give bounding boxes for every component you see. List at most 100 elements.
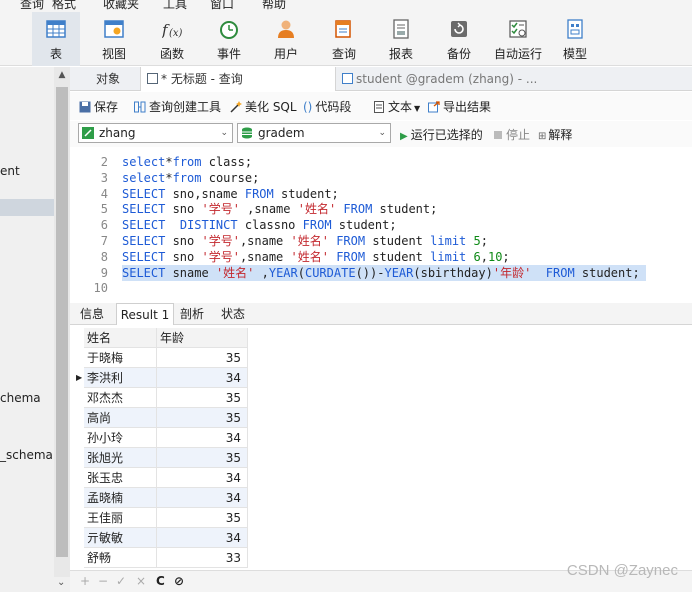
menu-query[interactable]: 查询 — [20, 0, 44, 12]
tab-status[interactable]: 状态 — [214, 303, 252, 325]
export-results-button[interactable]: 导出结果 — [428, 98, 491, 115]
run-selected-label: 运行已选择的 — [410, 128, 483, 142]
menu-tools[interactable]: 工具 — [163, 0, 187, 12]
code-line[interactable]: 3 select*from course; — [70, 170, 692, 186]
nav-item-information-schema-partial[interactable]: _schema — [0, 448, 53, 462]
code-text[interactable]: SELECT sno '学号' ,sname '姓名' FROM student… — [122, 201, 437, 217]
refresh-icon[interactable]: C — [156, 574, 165, 588]
table-cell-age[interactable]: 34 — [157, 368, 248, 388]
table-cell-age[interactable]: 35 — [157, 348, 248, 368]
delete-record-icon[interactable]: − — [98, 574, 108, 588]
toolbar-query-label: 查询 — [331, 47, 356, 61]
query-builder-button[interactable]: 查询创建工具 — [134, 98, 221, 115]
table-cell-age[interactable]: 35 — [157, 448, 248, 468]
table-cell-age[interactable]: 35 — [157, 508, 248, 528]
scroll-up-arrow-icon[interactable]: ▲ — [54, 67, 70, 83]
code-line[interactable]: 8 SELECT sno '学号',sname '姓名' FROM student… — [70, 249, 692, 265]
report-icon — [393, 19, 409, 39]
toolbar-user-button[interactable]: 用户 — [262, 12, 310, 66]
nav-item-schema-partial[interactable]: chema — [0, 391, 41, 405]
table-cell-name[interactable]: 高尚 — [84, 408, 157, 428]
table-cell-name[interactable]: 亓敏敏 — [84, 528, 157, 548]
column-header-name[interactable]: 姓名 — [84, 328, 157, 348]
menu-format[interactable]: 格式 — [52, 0, 76, 12]
line-number: 3 — [100, 170, 108, 185]
code-text[interactable]: select*from class; — [122, 154, 252, 170]
navigation-scrollbar[interactable]: ▲ — [54, 67, 70, 577]
run-selected-button[interactable]: ▶ 运行已选择的 — [400, 126, 483, 143]
table-cell-age[interactable]: 35 — [157, 388, 248, 408]
table-cell-name[interactable]: 张玉忠 — [84, 468, 157, 488]
tab-untitled-query[interactable]: * 无标题 - 查询 — [140, 67, 336, 91]
save-button[interactable]: 保存 — [79, 98, 118, 115]
toolbar-function-button[interactable]: f (x) 函数 — [148, 12, 196, 66]
nav-item-student-partial[interactable]: ent — [0, 164, 20, 178]
menu-help[interactable]: 帮助 — [262, 0, 286, 12]
code-text[interactable]: select*from course; — [122, 170, 259, 186]
menu-window[interactable]: 窗口 — [210, 0, 234, 12]
toolbar-auto-run-button[interactable]: 自动运行 — [493, 12, 543, 66]
code-line[interactable]: 9 SELECT sname '姓名' ,YEAR(CURDATE())-YEAR… — [70, 264, 692, 281]
table-cell-age[interactable]: 33 — [157, 548, 248, 568]
table-cell-age[interactable]: 34 — [157, 468, 248, 488]
code-text[interactable]: SELECT sno,sname FROM student; — [122, 186, 339, 202]
table-cell-name[interactable]: 张旭光 — [84, 448, 157, 468]
toolbar-event-button[interactable]: 事件 — [205, 12, 253, 66]
apply-changes-icon[interactable]: ✓ — [116, 574, 126, 588]
view-icon — [104, 20, 124, 38]
table-cell-age[interactable]: 34 — [157, 488, 248, 508]
tab-info[interactable]: 信息 — [74, 303, 110, 325]
table-cell-name[interactable]: 于晓梅 — [84, 348, 157, 368]
current-row-pointer-icon: ▶ — [76, 373, 83, 382]
menu-favorites[interactable]: 收藏夹 — [103, 0, 139, 12]
table-cell-age[interactable]: 34 — [157, 528, 248, 548]
code-text[interactable]: SELECT sno '学号',sname '姓名' FROM student … — [122, 233, 488, 249]
code-text[interactable]: SELECT sno '学号',sname '姓名' FROM student … — [122, 249, 510, 265]
connection-select[interactable]: zhang ⌄ — [78, 123, 233, 143]
code-line[interactable]: 10 — [70, 280, 692, 296]
table-cell-age[interactable]: 34 — [157, 428, 248, 448]
table-cell-age[interactable]: 35 — [157, 408, 248, 428]
toolbar-backup-button[interactable]: 备份 — [435, 12, 483, 66]
database-select[interactable]: gradem ⌄ — [237, 123, 391, 143]
sql-editor[interactable]: 2 select*from class; 3 select*from course; 4… — [70, 148, 692, 298]
toolbar-table-button[interactable]: 表 — [32, 12, 80, 66]
code-text[interactable]: SELECT DISTINCT classno FROM student; — [122, 217, 397, 233]
code-snippet-button[interactable]: () 代码段 — [303, 98, 351, 115]
table-cell-name[interactable]: 王佳丽 — [84, 508, 157, 528]
toolbar-query-button[interactable]: 查询 — [320, 12, 368, 66]
table-cell-name[interactable]: 孟晓楠 — [84, 488, 157, 508]
add-record-icon[interactable]: + — [80, 574, 90, 588]
result-grid[interactable]: 姓名 年龄 于晓梅 35 李洪利 34 ▶ 邓杰杰 35 高尚 35 孙小玲 34 张旭光 35 张玉忠 34 孟… — [70, 326, 692, 569]
database-value: gradem — [258, 126, 305, 140]
stop-loading-icon[interactable]: ⊘ — [174, 574, 184, 588]
table-cell-name[interactable]: 舒畅 — [84, 548, 157, 568]
stop-button[interactable]: 停止 — [494, 126, 530, 143]
code-line[interactable]: 5 SELECT sno '学号' ,sname '姓名' FROM studen… — [70, 201, 692, 217]
toolbar-view-button[interactable]: 视图 — [90, 12, 138, 66]
text-dropdown-button[interactable]: 文本 ▼ — [373, 98, 420, 115]
beautify-sql-button[interactable]: 美化 SQL — [230, 98, 297, 115]
table-cell-name[interactable]: 李洪利 — [84, 368, 157, 388]
chevron-down-icon[interactable]: ⌄ — [57, 577, 65, 588]
code-line[interactable]: 4 SELECT sno,sname FROM student; — [70, 186, 692, 202]
toolbar-model-button[interactable]: 模型 — [551, 12, 599, 66]
menu-bar: 查询 格式 收藏夹 工具 窗口 帮助 — [0, 0, 692, 12]
code-line[interactable]: 6 SELECT DISTINCT classno FROM student; — [70, 217, 692, 233]
toolbar-report-button[interactable]: 报表 — [377, 12, 425, 66]
scroll-thumb[interactable] — [56, 87, 68, 557]
code-line[interactable]: 2 select*from class; — [70, 154, 692, 170]
table-cell-name[interactable]: 邓杰杰 — [84, 388, 157, 408]
tab-objects[interactable]: 对象 — [90, 67, 138, 91]
tab-profile[interactable]: 剖析 — [174, 303, 210, 325]
tab-student-table[interactable]: student @gradem (zhang) - ... — [336, 67, 537, 91]
column-header-age[interactable]: 年龄 — [157, 328, 248, 348]
explain-button[interactable]: ⊞ 解释 — [538, 126, 572, 143]
table-cell-name[interactable]: 孙小玲 — [84, 428, 157, 448]
toolbar-backup-label: 备份 — [446, 47, 471, 61]
toolbar-event-label: 事件 — [216, 47, 241, 61]
tab-result-1[interactable]: Result 1 — [116, 303, 174, 325]
code-line[interactable]: 7 SELECT sno '学号',sname '姓名' FROM student… — [70, 233, 692, 249]
discard-changes-icon[interactable]: × — [136, 574, 146, 588]
code-text[interactable]: SELECT sname '姓名' ,YEAR(CURDATE())-YEAR(… — [122, 264, 646, 281]
